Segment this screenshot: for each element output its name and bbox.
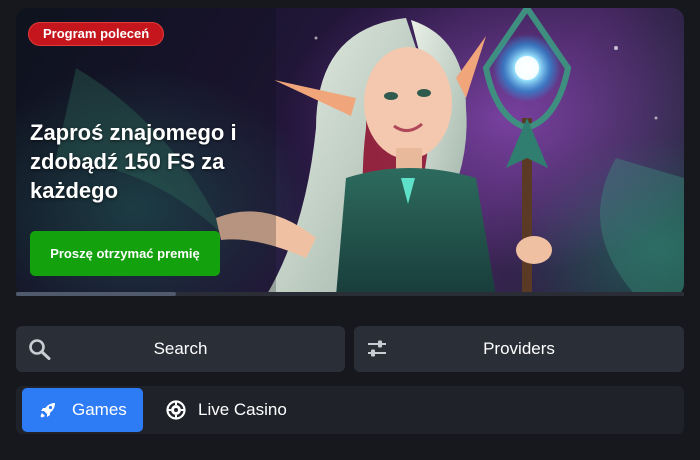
referral-program-badge: Program poleceń: [28, 22, 165, 46]
banner-slider-progress-fill: [16, 292, 177, 296]
sliders-icon: [368, 340, 386, 357]
tab-games[interactable]: Games: [22, 388, 143, 432]
banner-headline: Zaproś znajomego i zdobądź 150 FS za każ…: [30, 120, 237, 203]
rocket-icon: [40, 403, 55, 418]
providers-label: Providers: [483, 339, 555, 358]
providers-button[interactable]: Providers: [354, 326, 684, 372]
search-button[interactable]: Search: [16, 326, 345, 372]
tab-live-casino-label: Live Casino: [198, 400, 287, 419]
roulette-icon: [166, 400, 186, 420]
search-label: Search: [153, 339, 208, 358]
tab-games-label: Games: [72, 400, 127, 419]
promo-banner[interactable]: Program poleceń Zaproś znajomego i zdobą…: [16, 8, 684, 296]
category-tabs: Games Live Casino: [16, 386, 684, 434]
banner-slider-progress: [16, 292, 684, 296]
tab-live-casino[interactable]: Live Casino: [156, 388, 306, 432]
search-icon: [29, 339, 51, 360]
claim-bonus-button[interactable]: Proszę otrzymać premię: [30, 231, 220, 276]
